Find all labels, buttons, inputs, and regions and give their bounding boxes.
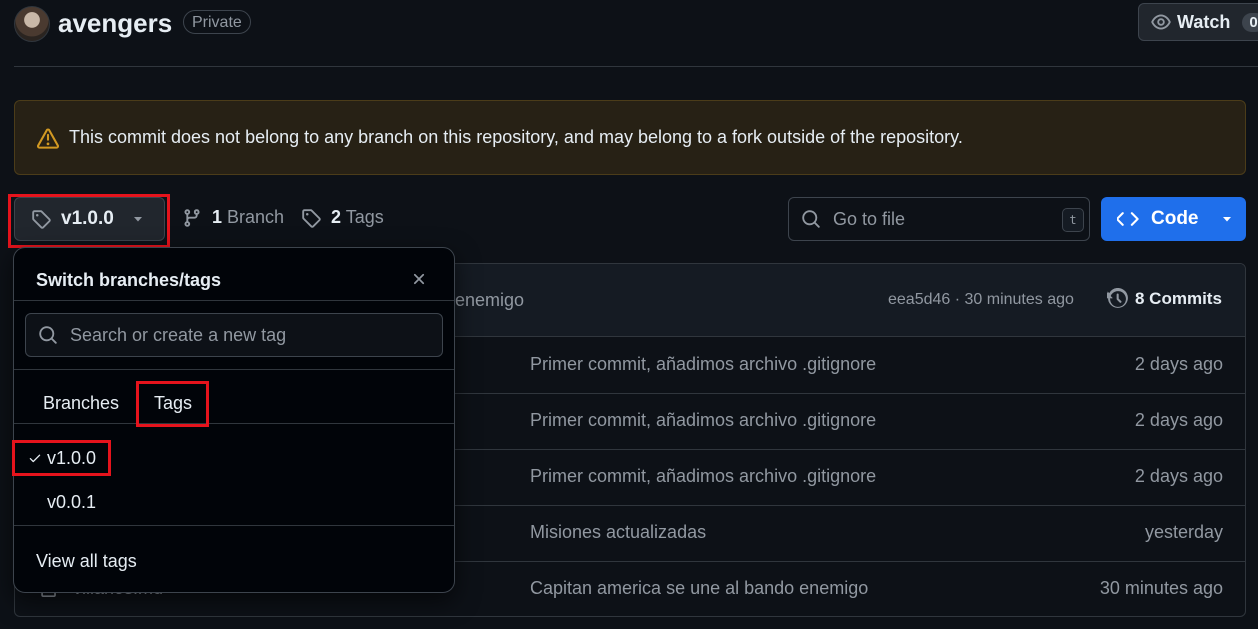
- dropdown-title: Switch branches/tags: [36, 270, 222, 290]
- tag-search-placeholder: Search or create a new tag: [70, 324, 287, 345]
- search-icon: [38, 325, 58, 345]
- ref-switcher-dropdown: Switch branches/tags Search or create a …: [13, 247, 455, 593]
- header-divider: [14, 66, 1258, 67]
- file-commit-date: yesterday: [1144, 522, 1223, 542]
- file-commit-date: 2 days ago: [1134, 354, 1223, 374]
- commits-history-link[interactable]: 8 Commits: [1107, 288, 1222, 310]
- dropdown-divider: [14, 300, 454, 301]
- tags-link[interactable]: 2 Tags: [301, 207, 384, 228]
- alert-icon: [37, 127, 59, 149]
- search-icon: [801, 209, 821, 229]
- go-to-file-input[interactable]: Go to file t: [788, 197, 1090, 241]
- tag-search-input[interactable]: Search or create a new tag: [25, 313, 443, 357]
- file-commit-message[interactable]: Capitan america se une al bando enemigo: [530, 578, 868, 599]
- dropdown-divider: [14, 423, 454, 424]
- watch-label: Watch: [1177, 11, 1231, 32]
- code-button[interactable]: Code: [1101, 197, 1246, 241]
- visibility-badge: Private: [183, 10, 251, 34]
- tags-tab-highlight: [136, 381, 209, 427]
- watch-button[interactable]: Watch 0: [1138, 3, 1258, 41]
- code-label: Code: [1151, 208, 1199, 229]
- branch-label: Branch: [227, 207, 285, 227]
- view-all-tags-link[interactable]: View all tags: [36, 551, 137, 572]
- file-commit-date: 2 days ago: [1134, 410, 1223, 430]
- tab-branches[interactable]: Branches: [43, 393, 119, 414]
- branch-count: 1: [212, 207, 223, 227]
- git-branch-icon: [182, 208, 202, 228]
- detached-commit-warning: This commit does not belong to any branc…: [14, 100, 1246, 175]
- tag-label: Tags: [345, 207, 384, 227]
- close-icon[interactable]: [410, 270, 428, 288]
- repo-name[interactable]: avengers: [58, 8, 172, 39]
- file-commit-message[interactable]: Primer commit, añadimos archivo .gitigno…: [530, 354, 876, 375]
- branches-link[interactable]: 1 Branch: [182, 207, 284, 228]
- shortcut-key: t: [1062, 208, 1084, 232]
- tag-item[interactable]: v0.0.1: [47, 492, 96, 513]
- latest-commit-message[interactable]: enemigo: [455, 290, 524, 311]
- commits-label: 8 Commits: [1135, 289, 1222, 308]
- tag-count: 2: [331, 207, 342, 227]
- warning-text: This commit does not belong to any branc…: [69, 127, 963, 147]
- file-commit-date: 30 minutes ago: [1099, 578, 1223, 598]
- caret-down-icon: [1221, 213, 1233, 225]
- dropdown-divider: [14, 369, 454, 370]
- code-icon: [1117, 208, 1139, 230]
- file-commit-message[interactable]: Misiones actualizadas: [530, 522, 706, 543]
- selected-tag-highlight: [12, 440, 111, 476]
- eye-icon: [1151, 12, 1171, 32]
- watch-count: 0: [1242, 12, 1258, 32]
- tag-icon: [301, 208, 321, 228]
- history-icon: [1107, 288, 1129, 310]
- dropdown-divider: [14, 525, 454, 526]
- latest-commit-meta[interactable]: eea5d46 · 30 minutes ago: [888, 291, 1074, 309]
- file-commit-date: 2 days ago: [1134, 466, 1223, 486]
- file-commit-message[interactable]: Primer commit, añadimos archivo .gitigno…: [530, 410, 876, 431]
- ref-selector-highlight: [8, 194, 170, 248]
- file-commit-message[interactable]: Primer commit, añadimos archivo .gitigno…: [530, 466, 876, 487]
- go-to-file-placeholder: Go to file: [833, 208, 906, 229]
- owner-avatar[interactable]: [14, 6, 50, 42]
